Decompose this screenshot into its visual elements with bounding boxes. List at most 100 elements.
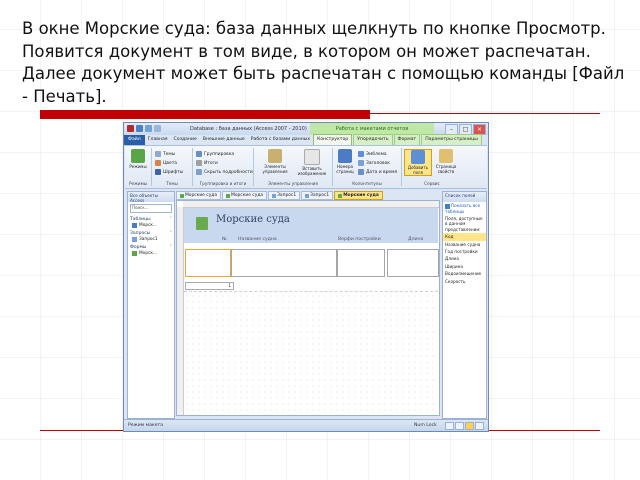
tab-page-setup[interactable]: Параметры страницы bbox=[421, 134, 482, 145]
insert-image-button[interactable]: Вставить изображение bbox=[296, 149, 328, 176]
field-item[interactable]: Название судна bbox=[443, 241, 486, 248]
tab-file[interactable]: Файл bbox=[124, 135, 145, 145]
group-sort-label: Группировка bbox=[204, 151, 235, 157]
tab-home[interactable]: Главная bbox=[145, 135, 171, 145]
detail-field[interactable] bbox=[231, 249, 337, 277]
title-button[interactable]: Заголовок bbox=[358, 160, 390, 166]
date-time-button[interactable]: Дата и время bbox=[358, 169, 397, 175]
report-view-icon[interactable] bbox=[445, 422, 454, 430]
tab-database-tools[interactable]: Работа с базами данных bbox=[248, 135, 313, 145]
property-sheet-button[interactable]: Страница свойств bbox=[433, 149, 459, 174]
nav-item-form[interactable]: Морск... bbox=[128, 250, 174, 257]
views-icon bbox=[131, 149, 145, 163]
doc-tab[interactable]: Морские суда bbox=[176, 191, 222, 200]
hide-details-label: Скрыть подробности bbox=[204, 169, 253, 175]
query-icon bbox=[305, 193, 310, 198]
form-icon bbox=[132, 251, 137, 256]
layout-view: Морские суда № Название судна Верфи пост… bbox=[176, 200, 440, 416]
themes-icon bbox=[155, 151, 161, 157]
layout-view-icon[interactable] bbox=[465, 422, 474, 430]
doc-tab[interactable]: Запрос1 bbox=[268, 191, 301, 200]
totals-button[interactable]: Итоги bbox=[196, 160, 218, 166]
page-numbers-button[interactable]: Номера страниц bbox=[335, 149, 355, 174]
nav-search-input[interactable]: Поиск... bbox=[130, 204, 172, 213]
tab-format[interactable]: Формат bbox=[393, 134, 421, 145]
navigation-pane: Все объекты Access Поиск... Таблицы ˄ Мор… bbox=[127, 191, 175, 419]
save-icon[interactable] bbox=[136, 125, 143, 132]
column-header[interactable]: Название судна bbox=[238, 237, 277, 242]
doc-tab[interactable]: Запрос1 bbox=[301, 191, 334, 200]
doc-tab-label: Запрос1 bbox=[277, 193, 297, 198]
quick-access-toolbar bbox=[127, 125, 161, 132]
insert-image-icon bbox=[304, 149, 320, 165]
print-preview-icon[interactable] bbox=[455, 422, 464, 430]
query-icon bbox=[272, 193, 277, 198]
report-logo-icon[interactable] bbox=[196, 217, 208, 230]
group-label-themes: Темы bbox=[166, 181, 178, 186]
field-item[interactable]: Водоизмещение bbox=[443, 270, 486, 277]
detail-field[interactable] bbox=[337, 249, 385, 277]
nav-item-table[interactable]: Морск... bbox=[128, 222, 174, 229]
show-all-tables-label: Показать все таблицы bbox=[445, 203, 481, 214]
detail-field[interactable] bbox=[387, 249, 439, 277]
status-bar: Режим макета Num Lock bbox=[124, 419, 488, 431]
tab-create[interactable]: Создание bbox=[171, 135, 200, 145]
status-mode: Режим макета bbox=[128, 423, 164, 428]
nav-group-tables[interactable]: Таблицы ˄ bbox=[128, 215, 174, 222]
field-item[interactable]: Год постройки bbox=[443, 248, 486, 255]
fonts-icon bbox=[155, 169, 161, 175]
design-view-icon[interactable] bbox=[475, 422, 484, 430]
themes-button[interactable]: Темы bbox=[155, 151, 175, 157]
date-time-icon bbox=[358, 169, 364, 175]
report-footer-field[interactable]: 1 bbox=[185, 282, 234, 290]
undo-icon[interactable] bbox=[145, 125, 152, 132]
doc-tab-active[interactable]: Морские суда bbox=[334, 191, 383, 200]
totals-label: Итоги bbox=[204, 160, 218, 166]
controls-label: Элементы управления bbox=[262, 164, 288, 174]
controls-button[interactable]: Элементы управления bbox=[260, 149, 290, 174]
report-title[interactable]: Морские суда bbox=[216, 214, 290, 225]
column-header[interactable]: Длина bbox=[408, 237, 423, 242]
insert-image-label: Вставить изображение bbox=[297, 166, 327, 176]
add-fields-label: Добавить поля bbox=[407, 165, 429, 175]
slide-text: В окне Морские суда: база данных щелкнут… bbox=[22, 19, 625, 106]
nav-group-queries[interactable]: Запросы ˄ bbox=[128, 229, 174, 236]
colors-button[interactable]: Цвета bbox=[155, 160, 177, 166]
logo-button[interactable]: Эмблема bbox=[358, 151, 387, 157]
nav-item-query[interactable]: Запрос1 bbox=[128, 236, 174, 243]
tab-arrange[interactable]: Упорядочить bbox=[353, 134, 393, 145]
nav-item-table-label: Морск... bbox=[139, 223, 158, 228]
column-header[interactable]: Верфи постройки bbox=[338, 237, 381, 242]
doc-tab-label: Морские суда bbox=[343, 193, 379, 198]
document-tabs: Морские суда Морские суда Запрос1 Запрос… bbox=[176, 191, 438, 200]
field-item[interactable]: Ширина bbox=[443, 263, 486, 270]
doc-tab[interactable]: Морские суда bbox=[222, 191, 268, 200]
date-time-label: Дата и время bbox=[366, 169, 398, 175]
property-sheet-label: Страница свойств bbox=[435, 164, 457, 174]
nav-header[interactable]: Все объекты Access bbox=[128, 192, 174, 203]
nav-item-form-label: Морск... bbox=[139, 251, 158, 256]
group-sort-button[interactable]: Группировка bbox=[196, 151, 234, 157]
status-numlock: Num Lock bbox=[414, 423, 437, 428]
doc-tab-label: Запрос1 bbox=[310, 193, 330, 198]
show-all-tables-link[interactable]: Показать все таблицы bbox=[443, 202, 486, 215]
field-item[interactable]: Скорость bbox=[443, 278, 486, 285]
nav-group-forms[interactable]: Формы ˄ bbox=[128, 243, 174, 250]
tab-design[interactable]: Конструктор bbox=[313, 134, 353, 145]
ribbon-group-controls: Элементы управления Вставить изображение… bbox=[254, 148, 333, 186]
report-icon bbox=[338, 193, 343, 198]
field-list-caption: Поля, доступные в данном представлении: bbox=[445, 215, 483, 232]
views-button-label: Режимы bbox=[129, 164, 147, 169]
hide-details-button[interactable]: Скрыть подробности bbox=[196, 169, 253, 175]
redo-icon[interactable] bbox=[154, 125, 161, 132]
fonts-button[interactable]: Шрифты bbox=[155, 169, 183, 175]
tab-external-data[interactable]: Внешние данные bbox=[200, 135, 248, 145]
detail-field-selected[interactable] bbox=[185, 249, 231, 277]
ruler-vertical bbox=[177, 207, 184, 415]
form-icon bbox=[180, 193, 184, 198]
column-header[interactable]: № bbox=[222, 237, 227, 242]
field-item[interactable]: Длина bbox=[443, 255, 486, 262]
views-button[interactable]: Режимы bbox=[127, 149, 149, 169]
field-item[interactable]: Код bbox=[443, 233, 486, 241]
add-fields-button[interactable]: Добавить поля bbox=[404, 149, 432, 176]
